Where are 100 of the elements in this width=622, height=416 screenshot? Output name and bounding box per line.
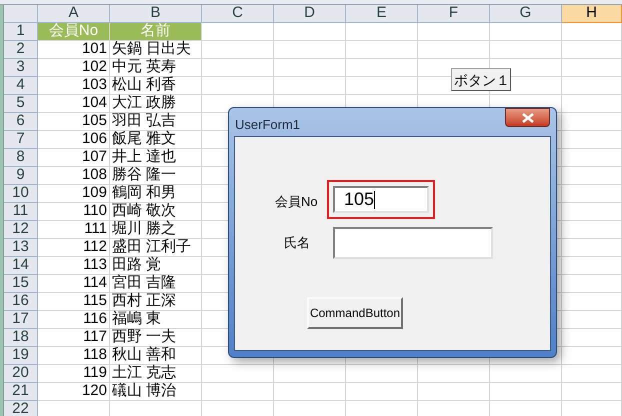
empty-cell xyxy=(274,383,346,401)
table-cell: 西野 一夫 xyxy=(110,329,202,347)
empty-cell xyxy=(346,365,418,383)
row-header[interactable]: 19 xyxy=(4,347,38,365)
row-header[interactable]: 3 xyxy=(4,59,38,77)
table-cell: 109 xyxy=(38,185,110,203)
row-header[interactable]: 12 xyxy=(4,221,38,239)
empty-cell xyxy=(346,383,418,401)
empty-cell xyxy=(202,41,274,59)
table-cell: 104 xyxy=(38,95,110,113)
row-header[interactable]: 4 xyxy=(4,77,38,95)
row-header[interactable]: 17 xyxy=(4,311,38,329)
empty-cell xyxy=(418,23,490,41)
close-button[interactable] xyxy=(505,108,550,127)
row-header[interactable]: 9 xyxy=(4,167,38,185)
empty-cell xyxy=(346,23,418,41)
table-cell: 106 xyxy=(38,131,110,149)
empty-cell xyxy=(346,41,418,59)
table-cell: 福嶋 東 xyxy=(110,311,202,329)
empty-cell xyxy=(418,41,490,59)
table-cell: 111 xyxy=(38,221,110,239)
column-header[interactable]: H xyxy=(562,5,622,23)
table-cell: 鶴岡 和男 xyxy=(110,185,202,203)
table-cell: 101 xyxy=(38,41,110,59)
empty-cell xyxy=(490,23,562,41)
close-icon xyxy=(522,112,534,122)
row-header[interactable]: 10 xyxy=(4,185,38,203)
empty-cell xyxy=(418,383,490,401)
table-cell: 名前 xyxy=(110,23,202,41)
empty-cell xyxy=(202,77,274,95)
row-header[interactable]: 15 xyxy=(4,275,38,293)
table-cell: 120 xyxy=(38,383,110,401)
row-header[interactable]: 7 xyxy=(4,131,38,149)
input-field[interactable] xyxy=(333,227,493,259)
row-header[interactable]: 5 xyxy=(4,95,38,113)
table-cell: 113 xyxy=(38,257,110,275)
field-label: 氏名 xyxy=(284,234,310,252)
table-cell: 松山 利香 xyxy=(110,77,202,95)
table-cell: 112 xyxy=(38,239,110,257)
empty-cell xyxy=(562,347,622,365)
row-header[interactable]: 1 xyxy=(4,23,38,41)
table-cell: 108 xyxy=(38,167,110,185)
column-header[interactable]: G xyxy=(490,5,562,23)
command-button[interactable]: CommandButton xyxy=(307,297,403,329)
table-cell: 中元 英寿 xyxy=(110,59,202,77)
table-cell: 102 xyxy=(38,59,110,77)
empty-cell xyxy=(274,365,346,383)
empty-cell xyxy=(274,59,346,77)
table-cell: 羽田 弘吉 xyxy=(110,113,202,131)
table-cell: 井上 達也 xyxy=(110,149,202,167)
table-cell: 会員No xyxy=(38,23,110,41)
row-header[interactable]: 20 xyxy=(4,365,38,383)
empty-cell xyxy=(418,365,490,383)
empty-cell xyxy=(202,59,274,77)
empty-cell xyxy=(346,59,418,77)
table-cell: 秋山 善和 xyxy=(110,347,202,365)
empty-cell xyxy=(202,383,274,401)
empty-cell xyxy=(490,41,562,59)
row-header[interactable]: 8 xyxy=(4,149,38,167)
table-cell: 105 xyxy=(38,113,110,131)
empty-cell xyxy=(562,383,622,401)
column-header[interactable]: B xyxy=(110,5,202,23)
table-cell: 103 xyxy=(38,77,110,95)
empty-cell xyxy=(490,383,562,401)
table-cell: 117 xyxy=(38,329,110,347)
empty-cell xyxy=(274,41,346,59)
column-header[interactable]: A xyxy=(38,5,110,23)
table-cell: 114 xyxy=(38,275,110,293)
field-label: 会員No xyxy=(275,193,318,211)
table-cell: 116 xyxy=(38,311,110,329)
table-cell: 勝谷 隆一 xyxy=(110,167,202,185)
column-header[interactable]: D xyxy=(274,5,346,23)
empty-cell xyxy=(274,23,346,41)
empty-cell xyxy=(562,365,622,383)
table-cell: 盛田 江利子 xyxy=(110,239,202,257)
column-header[interactable]: C xyxy=(202,5,274,23)
table-cell: 115 xyxy=(38,293,110,311)
empty-cell xyxy=(562,23,622,41)
row-header[interactable]: 18 xyxy=(4,329,38,347)
row-header[interactable]: 6 xyxy=(4,113,38,131)
row-header[interactable]: 16 xyxy=(4,293,38,311)
empty-cell xyxy=(490,365,562,383)
row-header[interactable]: 13 xyxy=(4,239,38,257)
empty-cell xyxy=(562,59,622,77)
sheet-button[interactable]: ボタン１ xyxy=(451,68,511,91)
row-header[interactable]: 22 xyxy=(4,401,38,416)
row-header[interactable]: 21 xyxy=(4,383,38,401)
column-header[interactable]: E xyxy=(346,5,418,23)
row-header[interactable]: 2 xyxy=(4,41,38,59)
table-cell: 土江 克志 xyxy=(110,365,202,383)
row-header[interactable]: 11 xyxy=(4,203,38,221)
table-cell: 107 xyxy=(38,149,110,167)
table-cell: 堀川 勝之 xyxy=(110,221,202,239)
input-field[interactable]: 105 xyxy=(333,186,429,213)
table-cell: 田路 覚 xyxy=(110,257,202,275)
row-header[interactable]: 14 xyxy=(4,257,38,275)
table-cell: 西崎 敬次 xyxy=(110,203,202,221)
column-header[interactable]: F xyxy=(418,5,490,23)
table-cell: 大江 政勝 xyxy=(110,95,202,113)
table-cell: 宮田 吉隆 xyxy=(110,275,202,293)
